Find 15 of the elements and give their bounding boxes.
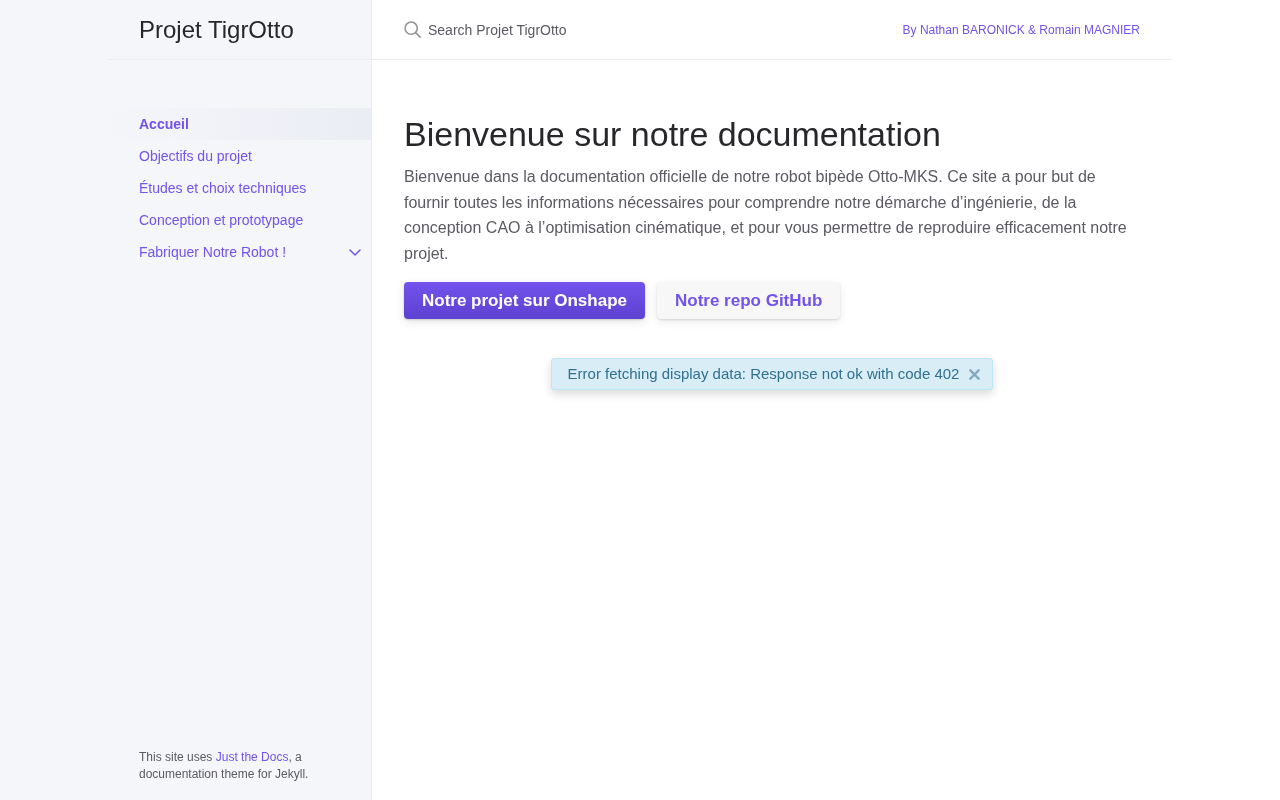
search-field[interactable]: Search Projet TigrOtto <box>428 17 887 42</box>
secondary-link-button[interactable]: Notre repo GitHub <box>657 282 841 320</box>
chevron-down-icon[interactable] <box>349 248 361 256</box>
primary-link-button[interactable]: Notre projet sur Onshape <box>404 282 645 320</box>
intro-paragraph: Bienvenue dans la documentation officielle de notre robot bipède Otto-MKS. Ce site a pour but de fournir toutes les informations nécessaires pour comprendre notre démarche d’ingénierie, de la conception CAO à l’optimisation cinématique, et pour vous permettre de reproduire efficacement notre projet. <box>404 167 1128 264</box>
page-heading: Bienvenue sur notre documentation <box>404 114 942 155</box>
nav-link[interactable]: Fabriquer Notre Robot ! <box>108 236 339 268</box>
nav-link[interactable]: Objectifs du projet <box>108 140 371 172</box>
search-icon <box>404 21 421 38</box>
author-link[interactable]: By Nathan BARONICK & Romain MAGNIER <box>902 20 1140 39</box>
nav-link[interactable]: Études et choix techniques <box>108 172 371 204</box>
nav-link[interactable]: Conception et prototypage <box>108 204 371 236</box>
footer-note: This site uses Just the Docs, a documentation theme for Jekyll. <box>139 749 310 783</box>
site-title[interactable]: Projet TigrOtto <box>139 14 294 45</box>
alert-message: Error fetching display data: Response not ok with code 402 <box>567 364 960 385</box>
